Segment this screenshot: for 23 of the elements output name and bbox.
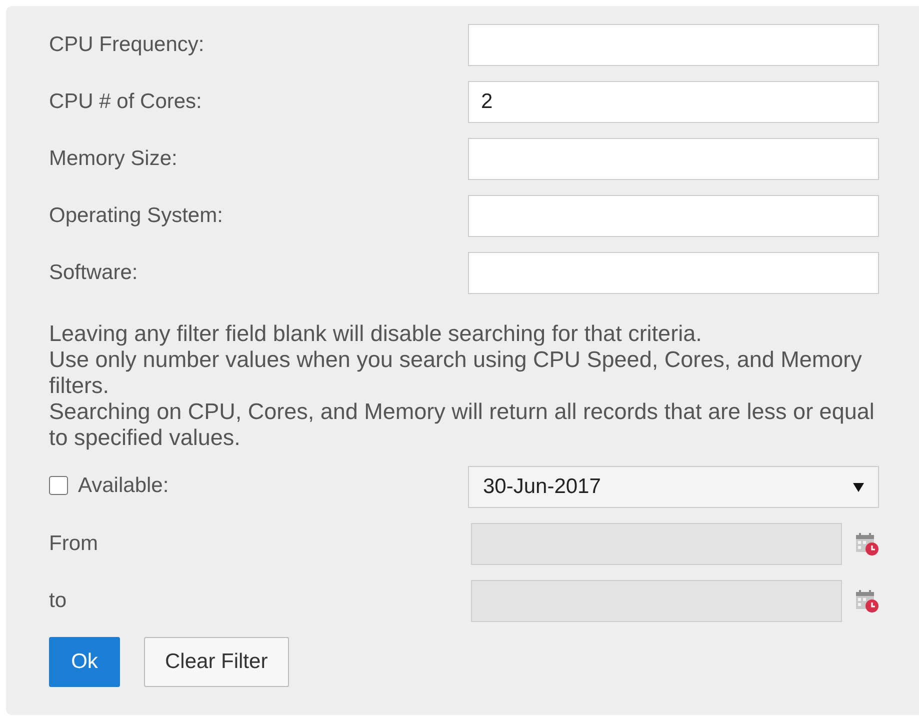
input-field[interactable] — [468, 195, 879, 237]
field-label: CPU Frequency: — [49, 32, 204, 58]
calendar-clock-icon[interactable] — [855, 589, 879, 613]
help-text: Use only number values when you search using CPU Speed, Cores, and Memory filters. — [49, 347, 863, 399]
help-text: Searching on CPU, Cores, and Memory will return all records that are less or equal to specified values. — [49, 399, 876, 451]
field-label: CPU # of Cores: — [49, 89, 202, 116]
date-dropdown[interactable]: 30-Jun-2017 — [468, 466, 879, 508]
ok-button[interactable]: Ok — [49, 637, 120, 687]
field-label: From — [49, 531, 98, 558]
checkbox-label: Available: — [78, 473, 169, 499]
field-label: Software: — [49, 260, 138, 286]
help-text: Leaving any filter field blank will disable searching for that criteria. — [49, 321, 703, 347]
field-label: Operating System: — [49, 203, 223, 230]
input-field[interactable] — [468, 252, 879, 294]
input-field[interactable] — [468, 138, 879, 180]
field-label: to — [49, 588, 67, 614]
input-field[interactable]: 2 — [468, 81, 879, 123]
caret-icon — [853, 482, 864, 492]
input-field[interactable] — [468, 24, 879, 66]
checkbox[interactable] — [49, 476, 68, 496]
field-label: Memory Size: — [49, 146, 178, 172]
calendar-clock-icon[interactable] — [855, 532, 879, 556]
clear-filter-button[interactable]: Clear Filter — [144, 637, 289, 687]
